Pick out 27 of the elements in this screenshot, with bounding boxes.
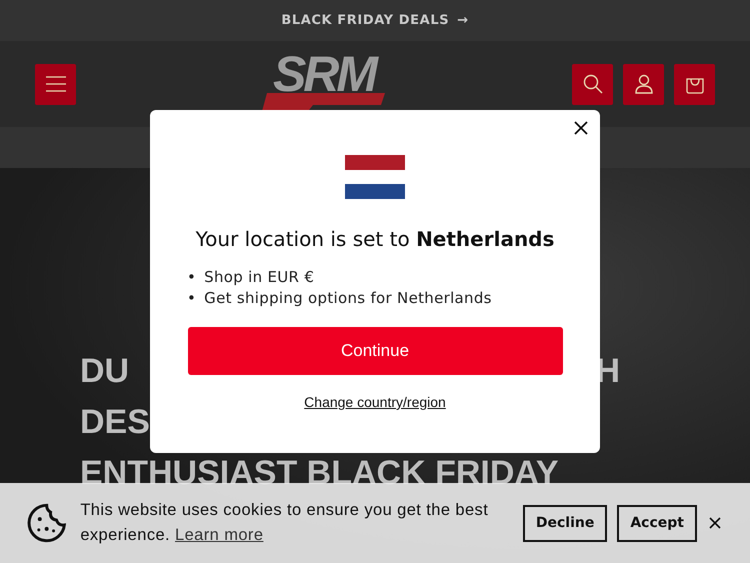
search-button[interactable] bbox=[572, 64, 613, 104]
change-region-link[interactable]: Change country/region bbox=[304, 394, 446, 410]
hero-heading-text: DES bbox=[80, 402, 150, 443]
hero-heading-text: DU bbox=[80, 351, 130, 392]
cart-button[interactable] bbox=[674, 64, 715, 104]
search-icon bbox=[582, 74, 602, 94]
menu-button[interactable] bbox=[35, 64, 76, 104]
continue-button[interactable]: Continue bbox=[188, 327, 562, 375]
netherlands-flag-icon bbox=[345, 155, 405, 199]
cookie-icon bbox=[27, 503, 66, 543]
account-button[interactable] bbox=[623, 64, 664, 104]
arrow-icon: → bbox=[457, 13, 469, 28]
accept-button[interactable]: Accept bbox=[617, 504, 697, 542]
close-icon bbox=[707, 515, 723, 531]
announcement-link[interactable]: BLACK FRIDAY DEALS bbox=[281, 13, 450, 28]
bullet-marker: • bbox=[187, 267, 196, 288]
user-icon bbox=[634, 74, 652, 94]
bullet-text: Shop in EUR € bbox=[204, 267, 314, 288]
menu-icon bbox=[44, 75, 66, 93]
close-button[interactable] bbox=[707, 515, 723, 531]
decline-button[interactable]: Decline bbox=[522, 504, 608, 542]
learn-more-link[interactable]: Learn more bbox=[175, 526, 264, 544]
cookie-message: This website uses cookies to ensure you get the best experience. Learn more bbox=[80, 500, 490, 546]
bullet-marker: • bbox=[187, 288, 196, 309]
dialog-title: Your location is set to Netherlands bbox=[196, 227, 554, 251]
hero-heading-text: ENTHUSIAST BLACK FRIDAY bbox=[80, 453, 559, 494]
bullet-text: Get shipping options for Netherlands bbox=[204, 288, 492, 309]
